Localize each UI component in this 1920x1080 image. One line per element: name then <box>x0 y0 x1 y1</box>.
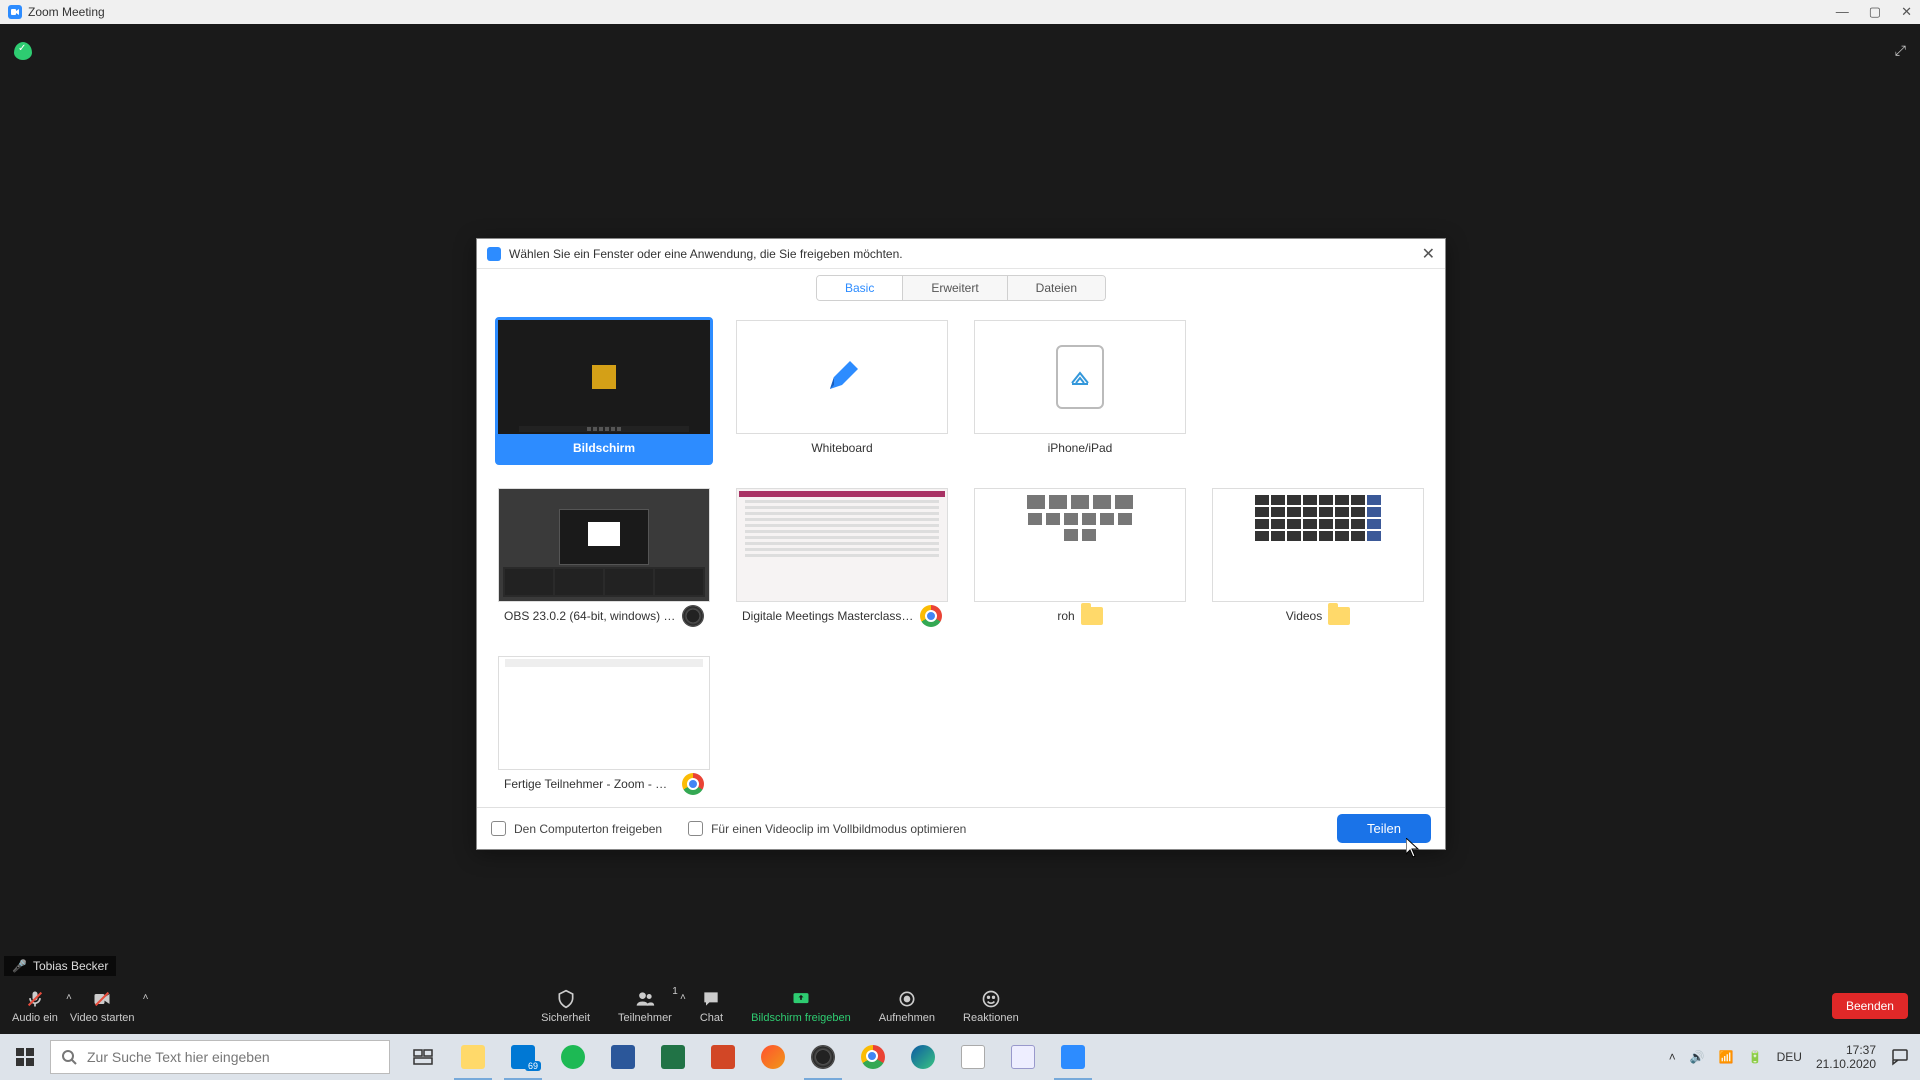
folder-icon <box>1328 607 1350 625</box>
search-icon <box>61 1049 77 1065</box>
videos-thumbnail <box>1212 488 1424 602</box>
maximize-button[interactable]: ▢ <box>1869 4 1881 20</box>
taskbar-edge[interactable] <box>898 1034 948 1080</box>
zoom-icon <box>487 247 501 261</box>
security-button[interactable]: Sicherheit <box>541 988 590 1024</box>
tray-language[interactable]: DEU <box>1777 1050 1802 1064</box>
share-option-iphone-ipad[interactable]: iPhone/iPad <box>971 317 1189 465</box>
end-meeting-button[interactable]: Beenden <box>1832 993 1908 1019</box>
encryption-shield-icon[interactable] <box>14 42 32 60</box>
chrome-app-icon <box>920 605 942 627</box>
explorer-thumbnail <box>974 488 1186 602</box>
obs-app-icon <box>682 605 704 627</box>
zoom-app-icon <box>8 5 22 19</box>
record-icon <box>896 988 918 1010</box>
taskbar-app-blue[interactable] <box>998 1034 1048 1080</box>
obs-thumbnail <box>498 488 710 602</box>
checkbox-share-audio[interactable]: Den Computerton freigeben <box>491 821 662 836</box>
whiteboard-thumbnail <box>736 320 948 434</box>
tray-clock[interactable]: 17:37 21.10.2020 <box>1816 1043 1876 1072</box>
share-screen-icon <box>790 988 812 1010</box>
zoom-controls-toolbar: Audio ein ˄ Video starten ˄ Sicherheit <box>0 978 1920 1034</box>
share-button[interactable]: Teilen <box>1337 814 1431 843</box>
share-screen-button[interactable]: Bildschirm freigeben <box>751 988 851 1024</box>
tab-basic[interactable]: Basic <box>817 276 903 300</box>
share-option-chrome-fertige[interactable]: Fertige Teilnehmer - Zoom - Goo... <box>495 653 713 801</box>
checkbox-icon <box>688 821 703 836</box>
participants-button[interactable]: 1 Teilnehmer ˄ <box>618 988 672 1024</box>
windows-taskbar: Zur Suche Text hier eingeben 69 ˄ 🔊 📶 🔋 … <box>0 1034 1920 1080</box>
chevron-up-icon[interactable]: ˄ <box>143 992 149 1003</box>
tab-advanced[interactable]: Erweitert <box>903 276 1007 300</box>
taskbar-zoom[interactable] <box>1048 1034 1098 1080</box>
ipad-icon <box>1056 345 1104 409</box>
tab-files[interactable]: Dateien <box>1008 276 1105 300</box>
taskbar-word[interactable] <box>598 1034 648 1080</box>
tray-volume-icon[interactable]: 🔊 <box>1690 1050 1705 1064</box>
chat-button[interactable]: Chat <box>700 988 723 1024</box>
taskbar-explorer[interactable] <box>448 1034 498 1080</box>
fullscreen-icon[interactable]: ⤢ <box>1895 42 1906 59</box>
folder-icon <box>1081 607 1103 625</box>
screen-thumbnail <box>498 320 710 434</box>
dialog-titlebar: Wählen Sie ein Fenster oder eine Anwendu… <box>477 239 1445 269</box>
participant-name: Tobias Becker <box>33 959 108 973</box>
chat-icon <box>700 988 722 1010</box>
tray-battery-icon[interactable]: 🔋 <box>1748 1050 1763 1064</box>
close-button[interactable]: ✕ <box>1901 4 1912 20</box>
tray-wifi-icon[interactable]: 📶 <box>1719 1050 1734 1064</box>
share-screen-dialog: Wählen Sie ein Fenster oder eine Anwendu… <box>476 238 1446 850</box>
checkbox-icon <box>491 821 506 836</box>
video-button[interactable]: Video starten ˄ <box>70 988 135 1024</box>
webpage-thumbnail <box>736 488 948 602</box>
share-option-obs[interactable]: OBS 23.0.2 (64-bit, windows) - Pr... <box>495 485 713 633</box>
chevron-up-icon[interactable]: ˄ <box>680 992 686 1003</box>
share-option-folder-roh[interactable]: roh <box>971 485 1189 633</box>
shield-icon <box>555 988 577 1010</box>
task-view-button[interactable] <box>398 1034 448 1080</box>
people-icon <box>634 988 656 1010</box>
minimize-button[interactable]: — <box>1836 4 1849 20</box>
system-tray: ˄ 🔊 📶 🔋 DEU 17:37 21.10.2020 <box>1659 1043 1920 1072</box>
camera-icon <box>91 988 113 1010</box>
share-options-grid: Bildschirm Whiteboard iPhone/iPad <box>477 307 1445 807</box>
share-option-folder-videos[interactable]: Videos <box>1209 485 1427 633</box>
share-option-whiteboard[interactable]: Whiteboard <box>733 317 951 465</box>
taskbar-excel[interactable] <box>648 1034 698 1080</box>
share-option-screen[interactable]: Bildschirm <box>495 317 713 465</box>
iphone-thumbnail <box>974 320 1186 434</box>
reactions-button[interactable]: Reaktionen <box>963 988 1019 1024</box>
taskbar-notepad[interactable] <box>948 1034 998 1080</box>
taskbar-obs[interactable] <box>798 1034 848 1080</box>
taskbar-mail[interactable]: 69 <box>498 1034 548 1080</box>
tray-chevron-icon[interactable]: ˄ <box>1669 1050 1676 1064</box>
audio-button[interactable]: Audio ein ˄ <box>12 988 58 1024</box>
mic-muted-icon: 🎤 <box>12 959 27 973</box>
checkbox-optimize-video[interactable]: Für einen Videoclip im Vollbildmodus opt… <box>688 821 966 836</box>
smiley-icon <box>980 988 1002 1010</box>
blank-thumbnail <box>498 656 710 770</box>
zoom-meeting-area: ⤢ 🎤 Tobias Becker Audio ein ˄ Video star… <box>0 24 1920 1034</box>
window-titlebar: Zoom Meeting — ▢ ✕ <box>0 0 1920 24</box>
taskbar-powerpoint[interactable] <box>698 1034 748 1080</box>
chrome-app-icon <box>682 773 704 795</box>
dialog-footer: Den Computerton freigeben Für einen Vide… <box>477 807 1445 849</box>
close-icon[interactable]: ✕ <box>1422 244 1435 264</box>
notifications-icon[interactable] <box>1890 1047 1910 1067</box>
window-title: Zoom Meeting <box>28 5 105 19</box>
participant-count-badge: 1 <box>672 986 678 997</box>
taskbar-search[interactable]: Zur Suche Text hier eingeben <box>50 1040 390 1074</box>
share-option-chrome-meetings[interactable]: Digitale Meetings Masterclass: Be... <box>733 485 951 633</box>
dialog-tabs: Basic Erweitert Dateien <box>477 269 1445 307</box>
start-button[interactable] <box>0 1034 50 1080</box>
taskbar-chrome[interactable] <box>848 1034 898 1080</box>
record-button[interactable]: Aufnehmen <box>879 988 935 1024</box>
microphone-icon <box>24 988 46 1010</box>
windows-logo-icon <box>16 1048 34 1066</box>
taskbar-spotify[interactable] <box>548 1034 598 1080</box>
self-participant-label: 🎤 Tobias Becker <box>4 956 116 976</box>
dialog-title-text: Wählen Sie ein Fenster oder eine Anwendu… <box>509 247 903 261</box>
taskbar-app-orange[interactable] <box>748 1034 798 1080</box>
